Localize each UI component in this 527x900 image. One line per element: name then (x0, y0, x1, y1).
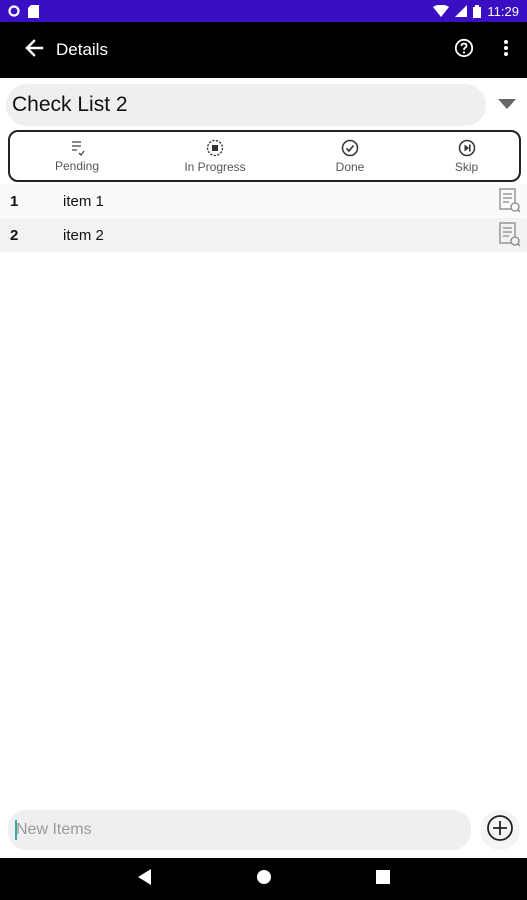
help-circle-icon (454, 38, 474, 63)
system-nav-bar (0, 858, 527, 900)
pending-icon (69, 140, 85, 156)
checklist-dropdown-button[interactable] (495, 98, 519, 112)
sd-card-icon (28, 4, 39, 18)
arrow-back-icon (24, 38, 44, 63)
item-note-icon[interactable] (499, 222, 521, 248)
signal-icon (455, 5, 468, 17)
done-icon (341, 139, 359, 157)
skip-icon (458, 139, 476, 157)
checklist-name: Check List 2 (12, 93, 128, 116)
filter-done-label: Done (335, 159, 365, 174)
nav-home-icon (256, 869, 272, 890)
page-title: Details (56, 40, 108, 59)
filter-skip-button[interactable]: Skip (414, 132, 519, 180)
filter-skip-label: Skip (454, 159, 479, 174)
item-number: 2 (10, 226, 19, 244)
list-item[interactable]: 2 item 2 (0, 218, 527, 252)
add-item-button[interactable] (480, 810, 520, 850)
in-progress-icon (206, 139, 224, 157)
status-filter-bar: Pending In Progress Done Skip (8, 130, 521, 182)
help-button[interactable] (443, 22, 485, 78)
status-bar: 11:29 (0, 0, 527, 22)
overflow-menu-button[interactable] (485, 22, 527, 78)
item-label: item 2 (63, 226, 104, 244)
filter-pending-button[interactable]: Pending (10, 132, 144, 180)
checklist-selector[interactable]: Check List 2 (6, 84, 486, 126)
dropdown-arrow-icon (498, 96, 516, 114)
nav-recents-button[interactable] (371, 867, 395, 891)
text-cursor (15, 820, 17, 840)
list-item[interactable]: 1 item 1 (0, 184, 527, 218)
back-button[interactable] (6, 22, 62, 78)
items-list: 1 item 1 2 item 2 (0, 184, 527, 252)
nav-back-icon (137, 868, 152, 890)
nav-recents-icon (375, 869, 390, 889)
battery-icon (473, 4, 482, 18)
filter-pending-label: Pending (54, 158, 100, 173)
item-note-icon[interactable] (499, 188, 521, 214)
more-vert-icon (503, 39, 509, 62)
item-number: 1 (10, 192, 19, 210)
new-item-input[interactable] (8, 810, 471, 850)
nav-back-button[interactable] (133, 867, 157, 891)
notification-circle-icon (8, 5, 20, 17)
nav-home-button[interactable] (252, 867, 276, 891)
item-label: item 1 (63, 192, 104, 210)
filter-done-button[interactable]: Done (286, 132, 414, 180)
status-time: 11:29 (487, 3, 519, 19)
add-circle-icon (486, 814, 514, 847)
filter-in-progress-label: In Progress (184, 159, 246, 174)
app-bar: Details (0, 22, 527, 78)
wifi-icon (433, 5, 450, 17)
filter-in-progress-button[interactable]: In Progress (144, 132, 286, 180)
